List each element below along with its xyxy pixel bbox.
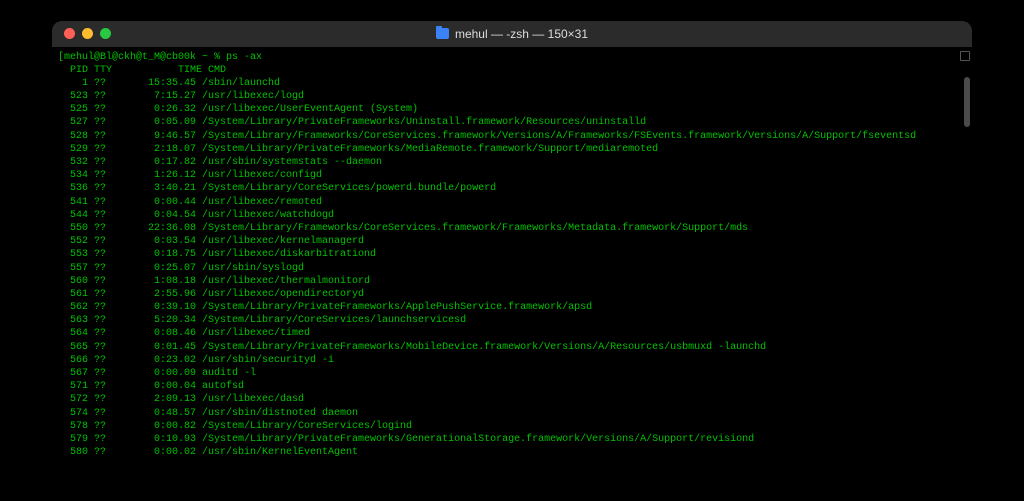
folder-icon (436, 28, 449, 39)
scrollbar-thumb[interactable] (964, 77, 970, 127)
terminal-body[interactable]: [mehul@Bl@ckh@t_M@cb00k ~ % ps -ax PID T… (52, 47, 972, 481)
title-text: mehul — -zsh — 150×31 (455, 27, 588, 41)
maximize-button[interactable] (100, 28, 111, 39)
page-indicator-icon (960, 51, 970, 61)
minimize-button[interactable] (82, 28, 93, 39)
close-button[interactable] (64, 28, 75, 39)
titlebar: mehul — -zsh — 150×31 (52, 21, 972, 47)
window-title: mehul — -zsh — 150×31 (52, 27, 972, 41)
terminal-output: [mehul@Bl@ckh@t_M@cb00k ~ % ps -ax PID T… (58, 51, 966, 460)
traffic-lights (52, 28, 111, 39)
terminal-window: mehul — -zsh — 150×31 [mehul@Bl@ckh@t_M@… (52, 21, 972, 481)
